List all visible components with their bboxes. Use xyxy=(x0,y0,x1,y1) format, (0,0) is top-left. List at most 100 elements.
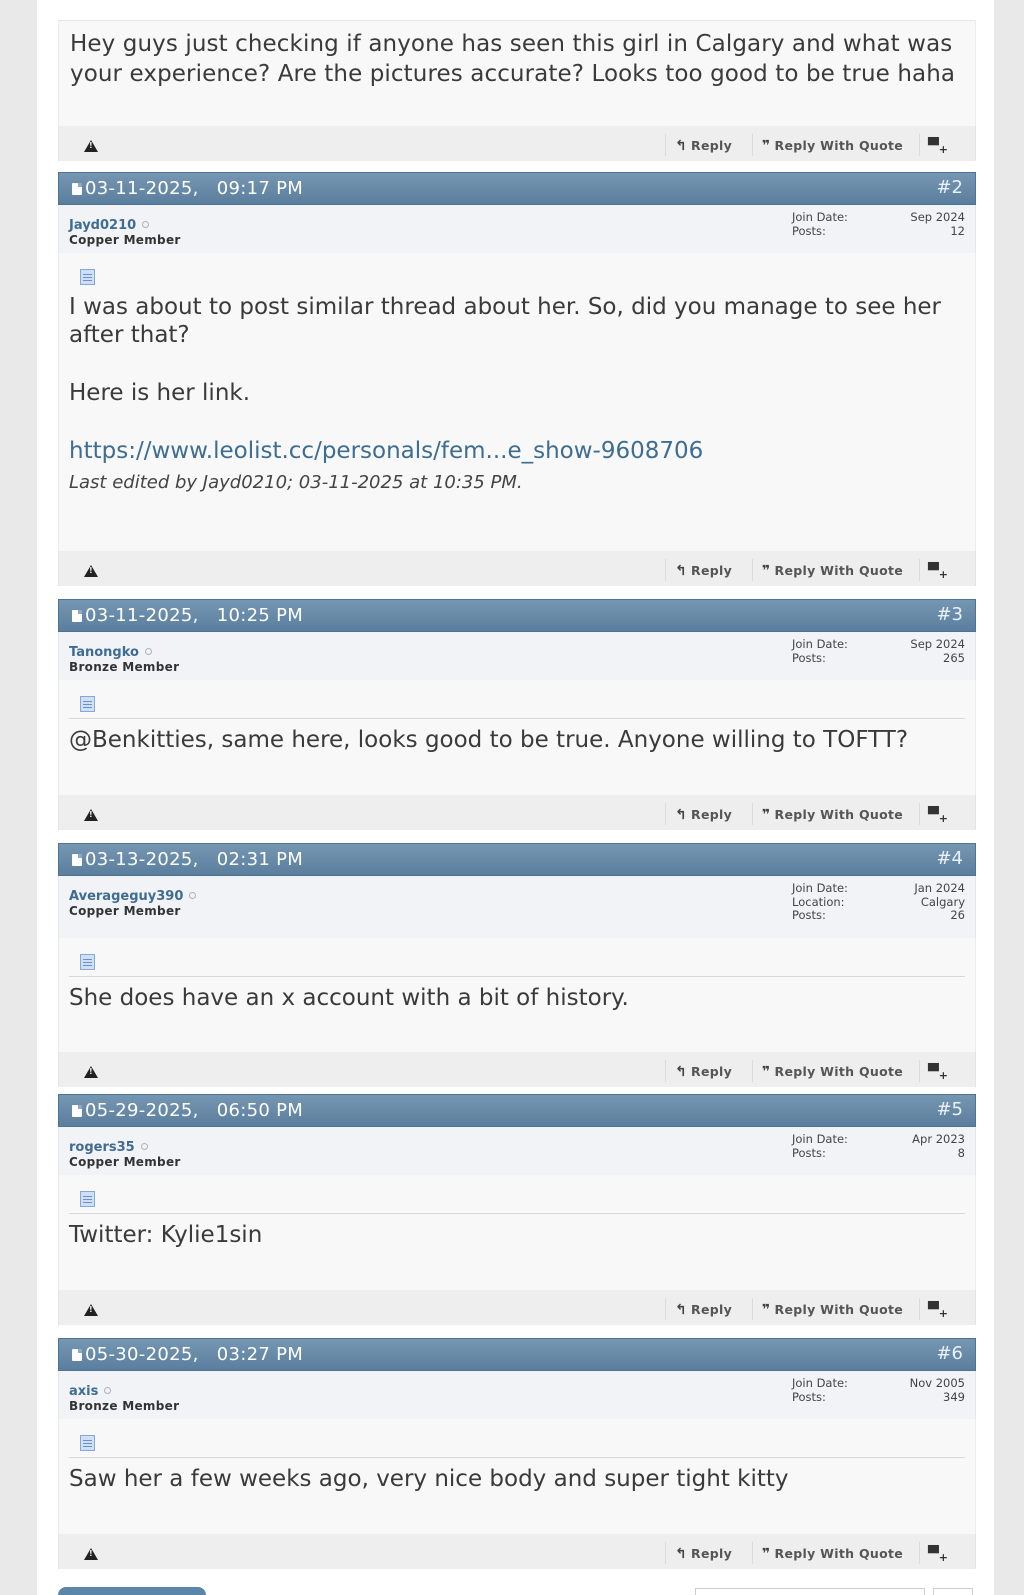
report-icon[interactable] xyxy=(84,1548,98,1560)
post-number[interactable]: #6 xyxy=(936,1343,963,1365)
post-header: 03-11-2025, 10:25 PM #3 xyxy=(58,599,976,632)
post-header: 03-11-2025, 09:17 PM #2 xyxy=(58,172,976,205)
post-date: 03-11-2025, 09:17 PM xyxy=(85,178,304,199)
user-info: rogers35 Copper Member Join Date: Posts:… xyxy=(58,1127,976,1175)
reply-button[interactable]: ↰ Reply xyxy=(675,1302,732,1318)
post-3: 03-11-2025, 10:25 PM #3 Tanongko Bronze … xyxy=(58,599,976,830)
multi-quote-icon[interactable]: ▀+ xyxy=(928,138,948,156)
post-6: 05-30-2025, 03:27 PM #6 axis Bronze Memb… xyxy=(58,1338,976,1569)
multi-quote-icon[interactable]: ▀+ xyxy=(928,1064,948,1082)
pagination-arrow[interactable] xyxy=(933,1588,973,1595)
external-link[interactable]: https://www.leolist.cc/personals/fem...e… xyxy=(69,438,703,464)
divider xyxy=(665,803,666,825)
divider xyxy=(665,1298,666,1320)
user-meta-labels: Join Date: Posts: xyxy=(792,210,848,238)
divider xyxy=(69,1457,965,1458)
pagination-box[interactable] xyxy=(695,1588,925,1595)
username[interactable]: Jayd0210 xyxy=(69,218,150,233)
user-meta-labels: Join Date: Posts: xyxy=(792,1376,848,1404)
report-icon[interactable] xyxy=(84,565,98,577)
post-4: 03-13-2025, 02:31 PM #4 Averageguy390 Co… xyxy=(58,843,976,1087)
post-text: Twitter: Kylie1sin xyxy=(69,1222,263,1248)
post-number[interactable]: #5 xyxy=(936,1099,963,1121)
post-icon xyxy=(80,1191,95,1207)
divider xyxy=(665,134,666,156)
reply-button[interactable]: ↰ Reply xyxy=(675,807,732,823)
reply-with-quote-button[interactable]: ❞ Reply With Quote xyxy=(762,1064,903,1080)
report-icon[interactable] xyxy=(84,140,98,152)
quote-icon: ❞ xyxy=(762,1546,771,1562)
user-rank: Bronze Member xyxy=(69,1399,180,1413)
user-info: Averageguy390 Copper Member Join Date: L… xyxy=(58,876,976,938)
username[interactable]: Averageguy390 xyxy=(69,889,197,904)
offline-status-icon xyxy=(189,892,197,899)
divider xyxy=(752,1298,753,1320)
multi-quote-icon[interactable]: ▀+ xyxy=(928,1546,948,1564)
quote-icon: ❞ xyxy=(762,138,771,154)
reply-button[interactable]: ↰ Reply xyxy=(675,1546,732,1562)
post-reply-button[interactable] xyxy=(58,1587,206,1595)
divider xyxy=(919,1060,920,1082)
reply-with-quote-button[interactable]: ❞ Reply With Quote xyxy=(762,1302,903,1318)
user-rank: Copper Member xyxy=(69,233,181,247)
multi-quote-icon[interactable]: ▀+ xyxy=(928,807,948,825)
post-header: 03-13-2025, 02:31 PM #4 xyxy=(58,843,976,876)
user-meta-values: Sep 2024 265 xyxy=(910,637,965,665)
user-meta-values: Sep 2024 12 xyxy=(910,210,965,238)
reply-with-quote-button[interactable]: ❞ Reply With Quote xyxy=(762,138,903,154)
post-footer: ↰Reply ❞Reply With Quote ▀+ xyxy=(58,1534,976,1569)
username[interactable]: axis xyxy=(69,1384,112,1399)
reply-icon: ↰ xyxy=(675,1546,688,1562)
reply-with-quote-button[interactable]: ❞ Reply With Quote xyxy=(762,563,903,579)
report-icon[interactable] xyxy=(84,1304,98,1316)
reply-with-quote-button[interactable]: ❞ Reply With Quote xyxy=(762,1546,903,1562)
divider xyxy=(752,1060,753,1082)
report-icon[interactable] xyxy=(84,809,98,821)
reply-icon: ↰ xyxy=(675,563,688,579)
user-rank: Copper Member xyxy=(69,904,181,918)
reply-with-quote-button[interactable]: ❞ Reply With Quote xyxy=(762,807,903,823)
post-icon xyxy=(80,954,95,970)
quote-icon: ❞ xyxy=(762,563,771,579)
divider xyxy=(665,1060,666,1082)
reply-icon: ↰ xyxy=(675,807,688,823)
post-1-body: Hey guys just checking if anyone has see… xyxy=(58,20,976,126)
divider xyxy=(752,559,753,581)
user-info: axis Bronze Member Join Date: Posts: Nov… xyxy=(58,1371,976,1419)
offline-status-icon xyxy=(104,1387,112,1394)
divider xyxy=(919,803,920,825)
report-icon[interactable] xyxy=(84,1066,98,1078)
post-number[interactable]: #4 xyxy=(936,848,963,870)
divider xyxy=(665,559,666,581)
username[interactable]: rogers35 xyxy=(69,1140,148,1155)
post-number[interactable]: #3 xyxy=(936,604,963,626)
divider xyxy=(69,718,965,719)
divider xyxy=(919,559,920,581)
post-doc-icon xyxy=(72,1349,82,1361)
divider xyxy=(665,1542,666,1564)
post-2: 03-11-2025, 09:17 PM #2 Jayd0210 Copper … xyxy=(58,172,976,586)
reply-icon: ↰ xyxy=(675,1302,688,1318)
post-footer: ↰Reply ❞Reply With Quote ▀+ xyxy=(58,795,976,830)
post-1-footer: ↰Reply ❞Reply With Quote ▀+ xyxy=(58,126,976,161)
user-meta-labels: Join Date: Posts: xyxy=(792,1132,848,1160)
user-meta-values: Nov 2005 349 xyxy=(909,1376,965,1404)
divider xyxy=(752,1542,753,1564)
user-meta-values: Jan 2024 Calgary 26 xyxy=(914,881,965,922)
reply-icon: ↰ xyxy=(675,1064,688,1080)
reply-button[interactable]: ↰ Reply xyxy=(675,138,732,154)
username[interactable]: Tanongko xyxy=(69,645,152,660)
post-doc-icon xyxy=(72,610,82,622)
post-footer: ↰Reply ❞Reply With Quote ▀+ xyxy=(58,1290,976,1325)
post-date: 03-13-2025, 02:31 PM xyxy=(85,849,304,870)
post-number[interactable]: #2 xyxy=(936,177,963,199)
post-date: 03-11-2025, 10:25 PM xyxy=(85,605,304,626)
user-meta-labels: Join Date: Posts: xyxy=(792,637,848,665)
multi-quote-icon[interactable]: ▀+ xyxy=(928,563,948,581)
user-meta-labels: Join Date: Location: Posts: xyxy=(792,881,848,922)
post-date: 05-30-2025, 03:27 PM xyxy=(85,1344,304,1365)
reply-button[interactable]: ↰ Reply xyxy=(675,563,732,579)
reply-button[interactable]: ↰ Reply xyxy=(675,1064,732,1080)
multi-quote-icon[interactable]: ▀+ xyxy=(928,1302,948,1320)
divider xyxy=(919,1542,920,1564)
